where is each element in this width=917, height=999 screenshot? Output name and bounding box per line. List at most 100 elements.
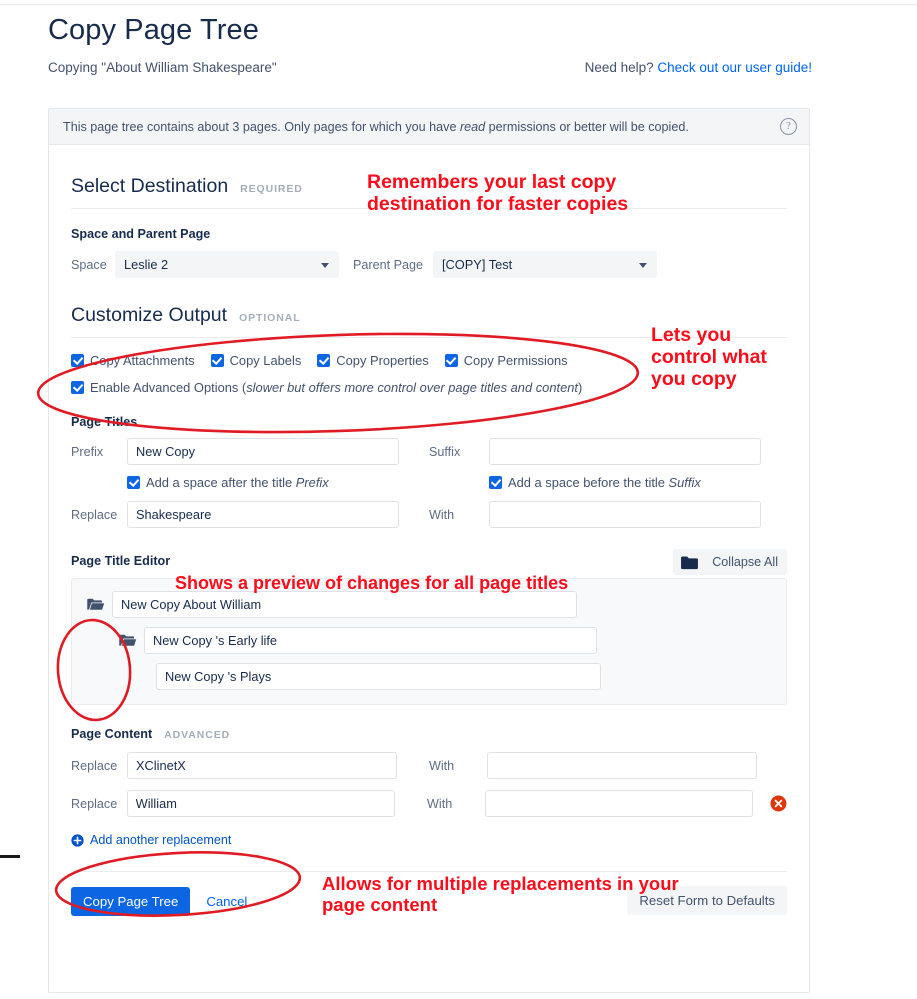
anno-preview: Shows a preview of changes for all page …: [175, 573, 568, 593]
add-replacement-label: Add another replacement: [90, 833, 232, 847]
advanced-label-before: Enable Advanced Options (: [90, 380, 247, 395]
tree-row: [86, 627, 772, 654]
content-with-input-1[interactable]: [487, 752, 757, 779]
anno-destination: Remembers your last copy destination for …: [367, 171, 629, 216]
page-root: Copy Page Tree Copying "About William Sh…: [0, 0, 917, 999]
title-with-label: With: [429, 507, 455, 522]
info-banner: This page tree contains about 3 pages. O…: [49, 109, 809, 145]
chevron-down-icon: [321, 263, 329, 268]
checkbox-copy-labels[interactable]: [210, 354, 224, 367]
page-content-heading: Page Content ADVANCED: [71, 727, 787, 741]
delete-circle-icon[interactable]: [770, 795, 787, 812]
label-space-before-suffix: Add a space before the title Suffix: [508, 475, 701, 490]
space-after-prefix-text: Add a space after the title: [146, 475, 296, 490]
title-replace-input[interactable]: [127, 501, 399, 528]
parent-page-label: Parent Page: [352, 257, 423, 272]
anno-destination-line1: Remembers your last copy: [367, 171, 617, 193]
title-replace-label: Replace: [71, 507, 118, 522]
space-select-value: Leslie 2: [124, 257, 169, 272]
suffix-input[interactable]: [489, 438, 761, 465]
label-copy-permissions: Copy Permissions: [463, 353, 568, 368]
content-with-label-2: With: [427, 796, 453, 811]
tree-title-input-2[interactable]: [144, 627, 597, 654]
title-with-input[interactable]: [489, 501, 761, 528]
page-title: Copy Page Tree: [48, 14, 259, 46]
select-destination-tag: REQUIRED: [240, 183, 303, 195]
page-content-tag: ADVANCED: [164, 729, 231, 741]
content-replace-input-1[interactable]: [127, 752, 397, 779]
page-title-tree: [71, 578, 787, 705]
collapse-all-button[interactable]: Collapse All: [673, 549, 787, 575]
banner-text-before: This page tree contains about 3 pages. O…: [63, 119, 460, 134]
folder-open-icon[interactable]: [86, 597, 105, 612]
add-replacement-button[interactable]: Add another replacement: [71, 833, 787, 847]
chevron-down-icon: [639, 263, 647, 268]
parent-page-select-value: [COPY] Test: [442, 257, 513, 272]
form-body: Select Destination REQUIRED Space and Pa…: [49, 145, 809, 916]
page-subtitle: Copying "About William Shakespeare": [48, 60, 277, 75]
label-copy-attachments: Copy Attachments: [90, 353, 195, 368]
plus-circle-icon: [71, 833, 84, 847]
title-replace-row: Replace With: [71, 501, 787, 528]
checkbox-enable-advanced-options[interactable]: [71, 381, 84, 394]
anno-replacements-line2: page content: [322, 893, 438, 915]
page-title-editor-header: Page Title Editor Collapse All: [71, 549, 787, 575]
parent-page-select[interactable]: [COPY] Test: [433, 251, 657, 278]
page-titles-subheading: Page Titles: [71, 415, 138, 429]
space-before-suffix-text: Add a space before the title: [508, 475, 669, 490]
folder-icon: [681, 556, 699, 569]
checkbox-space-after-prefix[interactable]: [127, 476, 140, 489]
anno-destination-line2: destination for faster copies: [367, 192, 629, 215]
label-space-after-prefix: Add a space after the title Prefix: [146, 475, 329, 490]
space-select[interactable]: Leslie 2: [115, 251, 339, 278]
help-question-icon[interactable]: ?: [780, 118, 797, 135]
anno-control-line3: you copy: [651, 367, 737, 390]
folder-open-icon[interactable]: [118, 633, 137, 648]
left-edge-mark: [0, 855, 20, 858]
checkbox-copy-properties[interactable]: [317, 354, 331, 367]
anno-replacements: Allows for multiple replacements in your…: [322, 873, 679, 915]
space-label: Space: [71, 257, 107, 272]
space-after-prefix-wrap: Add a space after the title Prefix: [127, 475, 399, 490]
prefix-label: Prefix: [71, 444, 104, 459]
space-before-suffix-wrap: Add a space before the title Suffix: [489, 475, 761, 490]
content-replace-input-2[interactable]: [126, 790, 396, 817]
label-copy-labels: Copy Labels: [229, 353, 302, 368]
tree-title-input-3[interactable]: [156, 663, 601, 690]
tree-title-input-1[interactable]: [112, 591, 577, 618]
top-divider: [0, 4, 917, 5]
help-prefix: Need help?: [584, 60, 658, 75]
checkbox-copy-permissions[interactable]: [444, 354, 458, 367]
content-with-input-2[interactable]: [484, 790, 754, 817]
cancel-button[interactable]: Cancel: [206, 894, 247, 909]
anno-control-line2: control what: [651, 345, 767, 368]
banner-text-after: permissions or better will be copied.: [485, 119, 689, 134]
customize-output-tag: OPTIONAL: [239, 312, 301, 324]
checkbox-space-before-suffix[interactable]: [489, 476, 502, 489]
copy-page-tree-card: This page tree contains about 3 pages. O…: [48, 108, 810, 993]
help-text: Need help? Check out our user guide!: [585, 60, 812, 75]
page-title-editor-label: Page Title Editor: [71, 554, 171, 568]
content-replace-row-2: Replace With: [71, 790, 787, 817]
checkbox-copy-attachments[interactable]: [71, 354, 84, 367]
space-after-prefix-italic: Prefix: [295, 475, 329, 490]
advanced-label-italic: slower but offers more control over page…: [246, 380, 578, 395]
footer-divider: [71, 871, 787, 872]
content-replace-row-1: Replace With: [71, 752, 787, 779]
anno-replacements-line1: Allows for multiple replacements in your: [322, 873, 679, 894]
page-content-subheading: Page Content: [71, 727, 153, 741]
content-replace-label-1: Replace: [71, 758, 118, 773]
collapse-all-label: Collapse All: [712, 555, 778, 569]
info-banner-text: This page tree contains about 3 pages. O…: [63, 120, 689, 134]
customize-output-title: Customize Output: [71, 304, 228, 326]
anno-control-line1: Lets you: [651, 324, 732, 346]
prefix-suffix-row: Prefix Suffix: [71, 438, 787, 465]
anno-control: Lets you control what you copy: [651, 324, 767, 390]
prefix-input[interactable]: [127, 438, 399, 465]
user-guide-link[interactable]: Check out our user guide!: [657, 60, 812, 75]
copy-page-tree-button[interactable]: Copy Page Tree: [71, 886, 191, 916]
space-parent-row: Space Leslie 2 Parent Page [COPY] Test: [71, 251, 787, 278]
space-parent-subheading: Space and Parent Page: [71, 227, 211, 241]
label-copy-properties: Copy Properties: [336, 353, 429, 368]
content-with-label-1: With: [429, 758, 455, 773]
